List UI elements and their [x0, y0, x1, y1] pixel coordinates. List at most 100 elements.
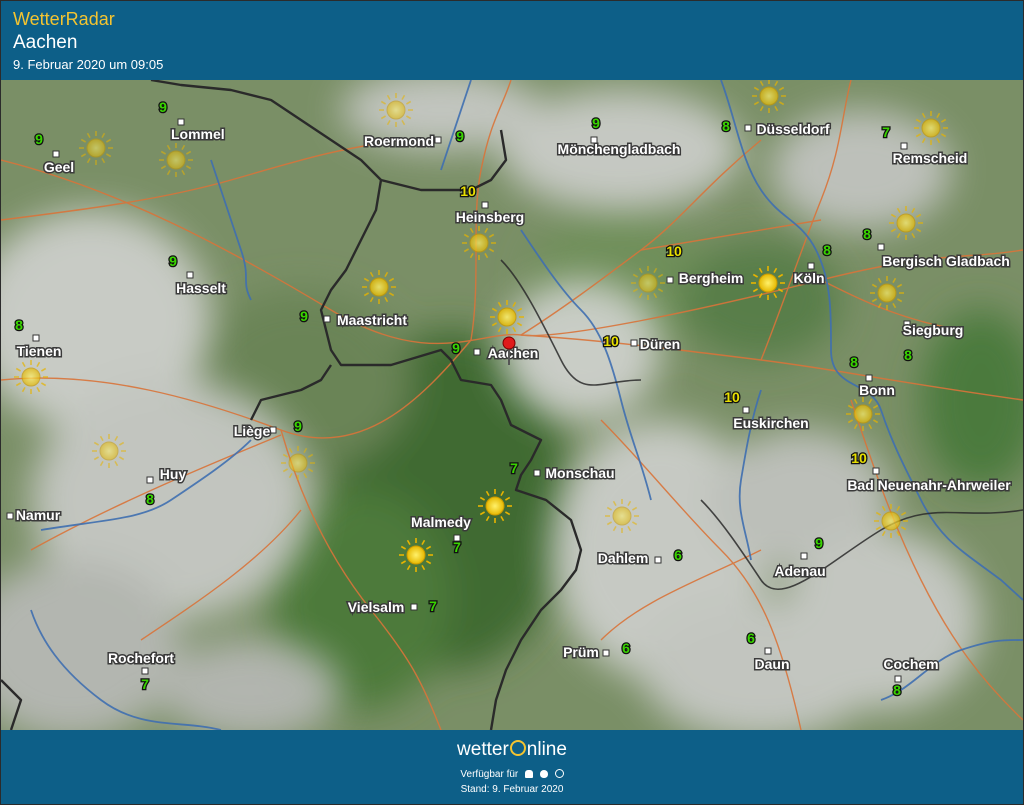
app-window: WetterRadar Aachen 9. Februar 2020 um 09… [0, 0, 1024, 805]
temperature-label: 8 [850, 354, 858, 370]
weather-radar-map[interactable]: Lommel 9 Geel 9 Roermond 9 Mönchengladbach 9 Düs… [1, 80, 1023, 730]
city-dot[interactable] [654, 556, 662, 564]
temperature-label: 9 [169, 253, 177, 269]
map-canvas[interactable]: Lommel 9 Geel 9 Roermond 9 Mönchengladbach 9 Düs… [1, 80, 1023, 730]
city-label[interactable]: Daun [753, 655, 791, 674]
city-dot[interactable] [146, 476, 154, 484]
city-dot[interactable] [533, 469, 541, 477]
temperature-label: 8 [863, 226, 871, 242]
city-label[interactable]: Mönchengladbach [556, 140, 682, 159]
temperature-label: 7 [429, 598, 437, 614]
temperature-label: 7 [510, 460, 518, 476]
available-label: Verfügbar für [460, 769, 519, 780]
city-label[interactable]: Heinsberg [454, 208, 525, 227]
city-label[interactable]: Namur [14, 506, 62, 525]
city-dot[interactable] [630, 339, 638, 347]
city-dot[interactable] [602, 649, 610, 657]
temperature-label: 9 [294, 418, 302, 434]
city-dot[interactable] [900, 142, 908, 150]
city-dot[interactable] [872, 467, 880, 475]
city-dot[interactable] [269, 426, 277, 434]
temperature-label: 10 [603, 333, 619, 349]
temperature-label: 8 [15, 317, 23, 333]
city-label[interactable]: Rochefort [106, 649, 175, 668]
android-icon[interactable] [525, 770, 534, 778]
temperature-label: 8 [823, 242, 831, 258]
city-label[interactable]: Lommel [170, 125, 227, 144]
city-label[interactable]: Geel [42, 158, 75, 177]
city-label[interactable]: Hasselt [175, 279, 228, 298]
city-dot[interactable] [473, 348, 481, 356]
city-dot[interactable] [742, 406, 750, 414]
city-label[interactable]: Bergheim [677, 269, 745, 288]
temperature-label: 6 [622, 640, 630, 656]
temperature-label: 8 [146, 491, 154, 507]
city-dot[interactable] [877, 243, 885, 251]
header: WetterRadar Aachen 9. Februar 2020 um 09… [1, 1, 1023, 79]
city-dot[interactable] [865, 374, 873, 382]
temperature-label: 10 [460, 183, 476, 199]
app-title: WetterRadar [13, 9, 115, 29]
city-label[interactable]: Cochem [882, 655, 940, 674]
city-dot[interactable] [807, 262, 815, 270]
city-dot[interactable] [52, 150, 60, 158]
city-label[interactable]: Roermond [363, 132, 436, 151]
city-dot[interactable] [177, 118, 185, 126]
location-title: Aachen [13, 32, 78, 53]
city-dot[interactable] [764, 647, 772, 655]
city-label[interactable]: Düren [638, 335, 681, 354]
city-dot[interactable] [434, 136, 442, 144]
temperature-label: 9 [300, 308, 308, 324]
city-label[interactable]: Bonn [858, 381, 897, 400]
city-label[interactable]: Düsseldorf [755, 120, 831, 139]
city-label[interactable]: Dahlem [596, 549, 650, 568]
city-label[interactable]: Malmedy [410, 513, 473, 532]
brand-text: wetter [457, 739, 509, 760]
apple-icon[interactable] [539, 770, 548, 778]
availability-line: Verfügbar für [1, 769, 1023, 780]
temperature-label: 9 [456, 128, 464, 144]
city-dot[interactable] [800, 552, 808, 560]
city-dot[interactable] [744, 124, 752, 132]
city-label[interactable]: Euskirchen [732, 414, 810, 433]
temperature-label: 7 [882, 124, 890, 140]
temperature-label: 9 [35, 131, 43, 147]
city-label[interactable]: Remscheid [891, 149, 969, 168]
temperature-label: 10 [666, 243, 682, 259]
city-dot[interactable] [141, 667, 149, 675]
city-label[interactable]: Bergisch Gladbach [881, 252, 1012, 271]
temperature-label: 8 [722, 118, 730, 134]
city-label[interactable]: Tienen [15, 342, 63, 361]
web-icon[interactable] [554, 769, 564, 778]
city-label[interactable]: Maastricht [335, 311, 408, 330]
temperature-label: 8 [904, 347, 912, 363]
city-label[interactable]: Liège [232, 422, 272, 441]
datetime-label: 9. Februar 2020 um 09:05 [13, 57, 164, 72]
footer: wetter nline Verfügbar für Stand: 9. Febr… [1, 731, 1023, 804]
city-label[interactable]: Monschau [544, 464, 616, 483]
temperature-label: 7 [141, 676, 149, 692]
city-dot[interactable] [323, 315, 331, 323]
city-label[interactable]: Bad Neuenahr-Ahrweiler [846, 476, 1013, 495]
city-label[interactable]: Vielsalm [346, 598, 406, 617]
city-dot[interactable] [666, 276, 674, 284]
city-dot[interactable] [481, 201, 489, 209]
brand-sun-icon [509, 740, 526, 756]
temperature-label: 6 [674, 547, 682, 563]
brand-logo[interactable]: wetter nline [1, 739, 1023, 761]
city-label[interactable]: Adenau [773, 562, 827, 581]
city-dot[interactable] [6, 512, 14, 520]
brand-text-tail: nline [526, 739, 567, 760]
city-label[interactable]: Huy [158, 465, 188, 484]
city-dot[interactable] [410, 603, 418, 611]
city-dot[interactable] [186, 271, 194, 279]
city-label[interactable]: Siegburg [901, 321, 965, 340]
temperature-label: 10 [851, 450, 867, 466]
city-label[interactable]: Köln [792, 269, 826, 288]
city-dot[interactable] [32, 334, 40, 342]
temperature-label: 9 [452, 340, 460, 356]
temperature-label: 7 [453, 539, 461, 555]
temperature-label: 6 [747, 630, 755, 646]
temperature-label: 10 [724, 389, 740, 405]
city-label[interactable]: Prüm [562, 643, 601, 662]
